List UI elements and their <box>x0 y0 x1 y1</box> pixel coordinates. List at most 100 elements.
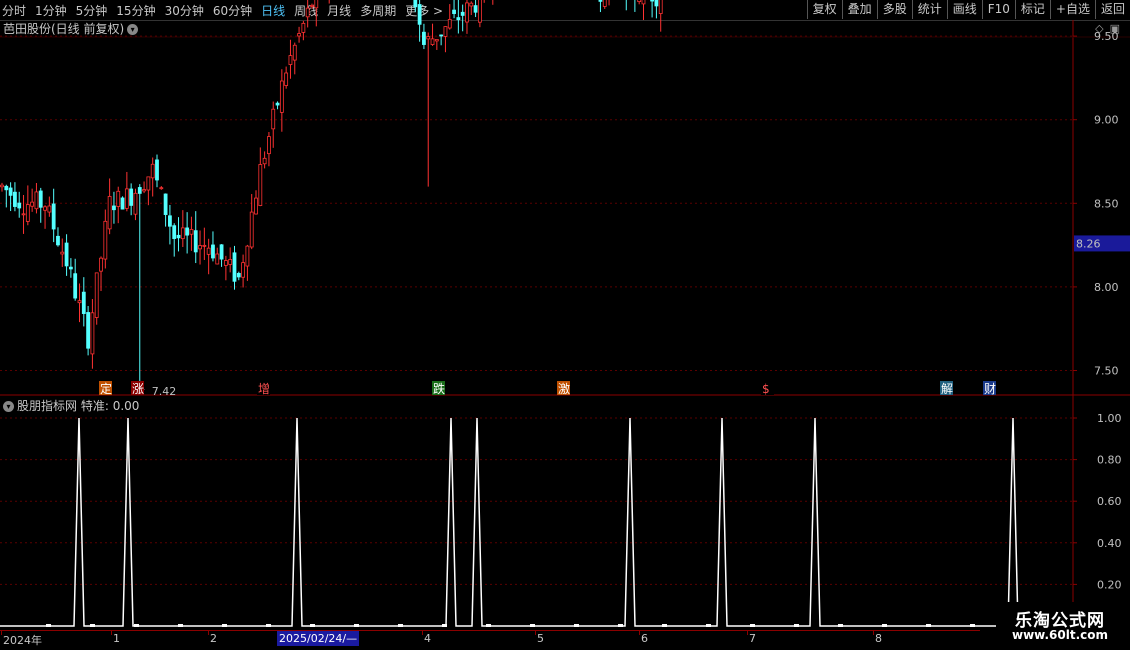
candle-body <box>241 262 245 278</box>
indicator-tick-label: 0.40 <box>1097 537 1122 550</box>
zero-dot <box>794 624 799 627</box>
candle-body <box>275 102 280 106</box>
candle-body <box>185 227 190 236</box>
date-tick <box>111 631 112 635</box>
kline-chart[interactable]: 11.5011.0010.5010.009.509.008.508.007.50… <box>0 0 1130 650</box>
candle-body <box>116 190 121 207</box>
candle-body <box>193 230 198 253</box>
candle-body <box>168 215 172 227</box>
date-label: 8 <box>875 632 882 645</box>
candle-body <box>137 187 142 194</box>
date-tick <box>422 631 423 635</box>
candle-body <box>17 202 22 209</box>
indicator-value: 特准: 0.00 <box>80 399 140 413</box>
candle-body <box>189 229 194 235</box>
date-label: 2 <box>210 632 217 645</box>
candle-body <box>654 0 659 7</box>
candle-body <box>305 7 310 18</box>
candle-body <box>430 38 435 45</box>
date-tick <box>873 631 874 635</box>
candle-body <box>465 2 469 23</box>
date-label: 7 <box>749 632 756 645</box>
event-marker-label: 跌 <box>433 381 445 396</box>
candle-body <box>658 0 663 14</box>
candle-body <box>163 193 168 215</box>
candle-body <box>73 273 78 299</box>
candle-body <box>56 235 60 246</box>
selected-date[interactable]: 2025/02/24/— <box>277 631 360 646</box>
candle-body <box>51 203 56 230</box>
zero-dot <box>706 624 711 627</box>
candle-body <box>413 0 418 8</box>
candle-body <box>279 80 284 113</box>
candle-body <box>94 272 99 318</box>
indicator-title: ▾ 股朋指标网 特准: 0.00 <box>3 398 139 414</box>
candle-body <box>249 211 254 248</box>
candle-body <box>103 220 108 260</box>
zero-dot <box>970 624 975 627</box>
candle-body <box>301 22 306 33</box>
candle-body <box>99 257 103 272</box>
candle-body <box>172 225 177 239</box>
candle-body <box>68 266 73 270</box>
candle-body <box>460 11 465 16</box>
price-tick-label: 9.50 <box>1094 30 1119 43</box>
candle-body <box>180 227 185 240</box>
candle-body <box>133 192 138 215</box>
candle-body <box>112 205 116 211</box>
event-marker-label: 激 <box>558 382 570 396</box>
date-tick <box>1 631 2 635</box>
candle-body <box>90 312 95 355</box>
price-tick-label: 7.50 <box>1094 365 1119 378</box>
signal-line <box>0 417 1019 627</box>
current-price-label: 8.26 <box>1076 237 1101 250</box>
candle-body <box>211 244 215 259</box>
candle-body <box>124 188 129 209</box>
zero-dot <box>178 624 183 627</box>
candle-body <box>228 259 233 265</box>
event-marker-label: 定 <box>100 381 112 396</box>
indicator-tick-label: 0.20 <box>1097 578 1122 591</box>
price-tick-label: 9.00 <box>1094 114 1119 127</box>
candle-body <box>21 213 26 216</box>
candle-body <box>176 234 181 239</box>
indicator-tick-label: 0.60 <box>1097 495 1122 508</box>
indicator-tick-label: 1.00 <box>1097 412 1122 425</box>
candle-body <box>473 5 478 13</box>
date-label: 4 <box>424 632 431 645</box>
price-tick-label: 8.00 <box>1094 281 1119 294</box>
date-label: 6 <box>641 632 648 645</box>
chevron-down-icon[interactable]: ▾ <box>3 401 14 412</box>
candle-body <box>236 272 241 278</box>
candle-body <box>150 163 155 179</box>
indicator-name: 股朋指标网 <box>17 399 78 413</box>
candle-body <box>254 197 258 215</box>
candle-body <box>452 9 456 14</box>
candle-body <box>146 176 151 191</box>
zero-dot <box>574 624 579 627</box>
date-tick <box>747 631 748 635</box>
candle-body <box>155 159 159 181</box>
candle-body <box>47 205 52 213</box>
candle-body <box>650 0 655 2</box>
zero-dot <box>398 624 403 627</box>
candle-body <box>426 36 431 40</box>
candle-body <box>602 0 607 7</box>
candle-body <box>637 0 642 2</box>
watermark-url: www.60lt.com <box>1011 628 1109 642</box>
candle-body <box>77 300 82 304</box>
candle-body <box>202 244 207 247</box>
zero-dot <box>530 624 535 627</box>
zero-dot <box>90 624 95 627</box>
candle-body <box>267 136 271 155</box>
candle-body <box>142 189 146 192</box>
candle-body <box>159 187 164 190</box>
date-axis: 2025/02/24/— 2024年 1 2 4 5 6 7 8 <box>0 630 980 649</box>
candle-body <box>456 17 461 21</box>
candle-body <box>8 187 13 196</box>
zero-dot <box>618 624 623 627</box>
candle-body <box>198 245 202 250</box>
price-tick-label: 8.50 <box>1094 197 1119 210</box>
event-marker-label: $ <box>762 382 770 396</box>
candle-body <box>25 204 30 222</box>
